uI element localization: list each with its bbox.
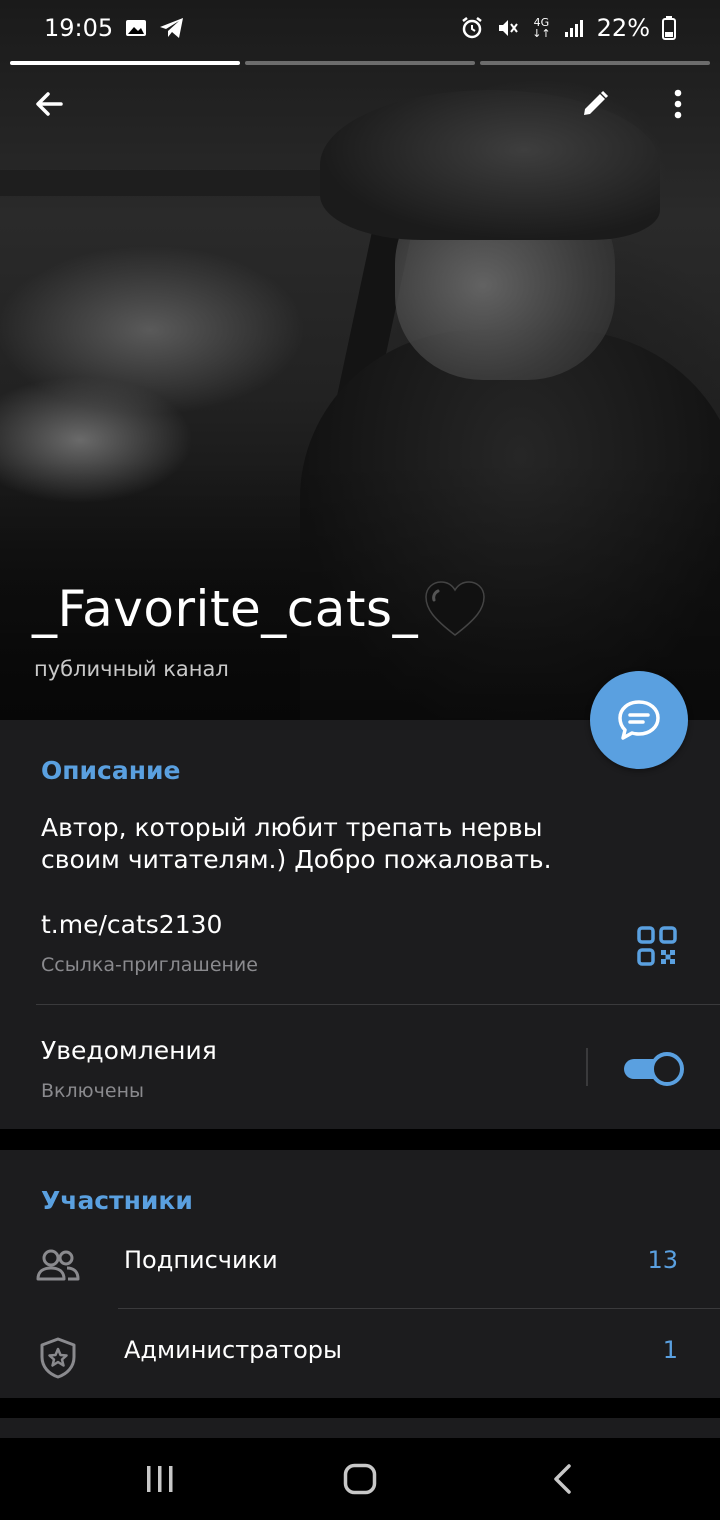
channel-title: _Favorite_cats_ [32,580,486,638]
status-time: 19:05 [44,14,114,42]
next-card-edge [0,1418,720,1438]
signal-icon [563,17,585,39]
channel-type: публичный канал [34,657,229,681]
story-progress-bar [480,61,710,65]
chevron-left-icon [554,1464,571,1494]
qr-code-icon [637,926,677,966]
channel-name: _Favorite_cats_ [32,580,419,638]
more-options-button[interactable] [646,72,710,136]
pencil-icon [584,90,609,115]
story-progress-bars [10,61,710,65]
discussion-button[interactable] [590,671,688,769]
edit-button[interactable] [563,72,627,136]
home-icon [343,1463,377,1495]
description-section-title: Описание [41,756,181,785]
recent-apps-icon [147,1466,173,1492]
telegram-icon [159,17,185,39]
top-app-bar [0,72,720,136]
administrators-label: Администраторы [124,1336,342,1364]
back-button[interactable] [17,72,81,136]
status-bar: 19:05 4G ↓↑ 22% [0,0,720,56]
subscribers-count: 13 [647,1246,678,1274]
black-heart-icon [424,581,486,637]
qr-code-button[interactable] [636,925,678,967]
more-vertical-icon [674,89,682,119]
vertical-separator [586,1048,588,1086]
divider [36,1004,720,1005]
notifications-toggle[interactable] [622,1050,684,1086]
invite-link-caption: Ссылка-приглашение [41,954,258,976]
arrow-left-icon [36,92,63,116]
administrators-count: 1 [662,1336,678,1364]
invite-link[interactable]: t.me/cats2130 [41,910,222,939]
alarm-icon [460,16,484,40]
mute-icon [496,16,520,40]
channel-info-card: Описание Автор, который любит трепать не… [0,720,720,1129]
subscribers-label: Подписчики [124,1246,278,1274]
image-icon [125,18,147,38]
divider [118,1308,720,1309]
story-progress-bar [245,61,475,65]
battery-percent: 22% [596,14,650,42]
network-4g-icon: 4G ↓↑ [532,16,551,40]
recent-apps-button[interactable] [130,1456,190,1502]
battery-icon [662,16,676,40]
subscribers-row[interactable]: Подписчики 13 [0,1224,720,1304]
story-progress-bar [10,61,240,65]
system-back-button[interactable] [532,1456,592,1502]
system-navigation-bar [0,1438,720,1520]
administrators-row[interactable]: Администраторы 1 [0,1314,720,1394]
notifications-status: Включены [41,1080,144,1102]
shield-star-icon [36,1336,80,1379]
channel-description: Автор, который любит трепать нервы своим… [41,813,552,874]
people-icon [36,1246,80,1286]
members-card: Участники Подписчики 13 Администраторы 1 [0,1150,720,1398]
chat-bubble-icon [618,700,660,740]
members-section-title: Участники [41,1186,193,1215]
notifications-label: Уведомления [41,1036,217,1065]
home-button[interactable] [330,1456,390,1502]
